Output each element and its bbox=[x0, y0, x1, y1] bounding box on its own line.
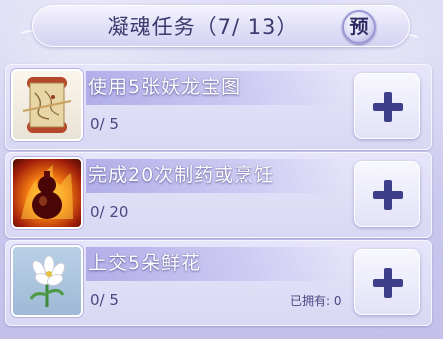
plus-icon bbox=[373, 268, 403, 298]
task-title: 上交5朵鲜花 bbox=[88, 252, 202, 274]
task-panel: 凝魂任务（7/ 13） 预 使用5张妖龙宝图 0/ 5 完成20次制药或烹饪 0… bbox=[0, 0, 443, 339]
panel-title: 凝魂任务（7/ 13） bbox=[107, 15, 299, 39]
plus-icon bbox=[373, 180, 403, 210]
task-progress: 0/ 5 bbox=[90, 291, 119, 309]
fire-gourd-icon[interactable] bbox=[11, 157, 83, 229]
task-progress: 0/ 20 bbox=[90, 203, 129, 221]
treasure-map-icon[interactable] bbox=[11, 69, 83, 141]
task-title: 完成20次制药或烹饪 bbox=[88, 164, 275, 186]
add-button[interactable] bbox=[354, 161, 420, 227]
panel-header: 凝魂任务（7/ 13） 预 bbox=[32, 5, 410, 47]
task-row: 上交5朵鲜花 0/ 5 已拥有: 0 bbox=[5, 240, 432, 326]
owned-count: 已拥有: 0 bbox=[290, 294, 342, 308]
task-row: 完成20次制药或烹饪 0/ 20 bbox=[5, 152, 432, 238]
preview-button[interactable]: 预 bbox=[342, 10, 376, 44]
task-title: 使用5张妖龙宝图 bbox=[88, 76, 242, 98]
task-progress: 0/ 5 bbox=[90, 115, 119, 133]
add-button[interactable] bbox=[354, 73, 420, 139]
plus-icon bbox=[373, 92, 403, 122]
add-button[interactable] bbox=[354, 249, 420, 315]
lily-flower-icon[interactable] bbox=[11, 245, 83, 317]
task-row: 使用5张妖龙宝图 0/ 5 bbox=[5, 64, 432, 150]
